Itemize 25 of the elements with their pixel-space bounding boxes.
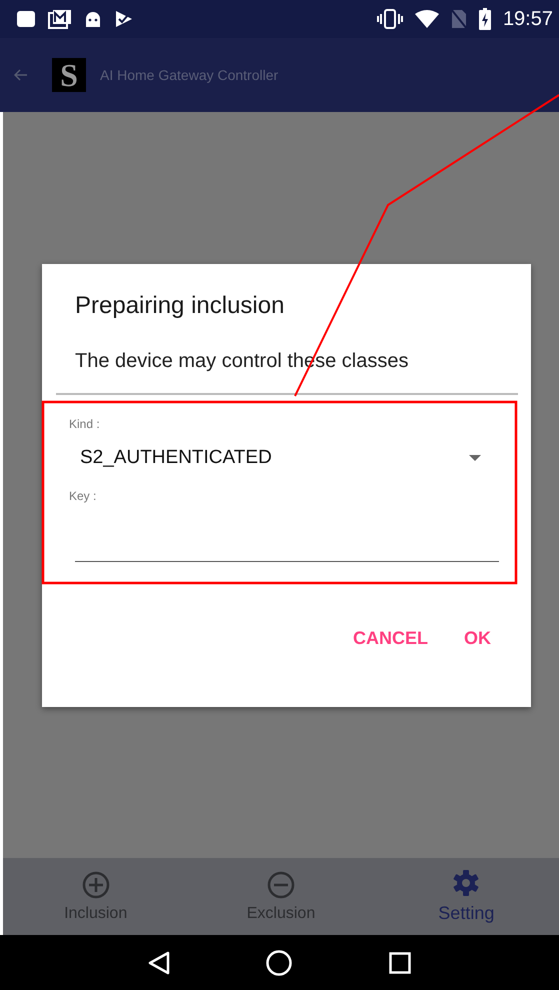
plus-circle-icon [82,870,110,898]
cancel-button[interactable]: CANCEL [345,624,436,653]
back-triangle-icon[interactable] [148,950,170,974]
mail-icon [48,9,72,29]
clock-time: 19:57 [502,8,553,30]
ok-button[interactable]: OK [456,624,499,653]
recents-square-icon[interactable] [388,952,411,974]
check-icon [114,9,134,29]
no-sim-icon [450,9,467,29]
app-logo: S [52,58,86,92]
minus-circle-icon [266,870,295,898]
vibrate-icon [376,9,403,29]
field-label: Key : [68,489,98,503]
app-title: AI Home Gateway Controller [100,67,278,83]
wifi-icon [414,10,439,28]
dropdown-caret-icon [469,455,481,461]
home-circle-icon[interactable] [266,950,292,976]
settings-icon [452,869,480,897]
nav-tab[interactable]: Setting [374,858,559,935]
notification-icon [16,10,36,28]
android-icon [84,10,102,28]
kind-dropdown[interactable]: S2_AUTHENTICATED [80,447,481,469]
field-label: Kind : [68,417,101,431]
battery-charging-icon [478,8,491,30]
dialog-title: Prepairing inclusion [74,292,286,320]
